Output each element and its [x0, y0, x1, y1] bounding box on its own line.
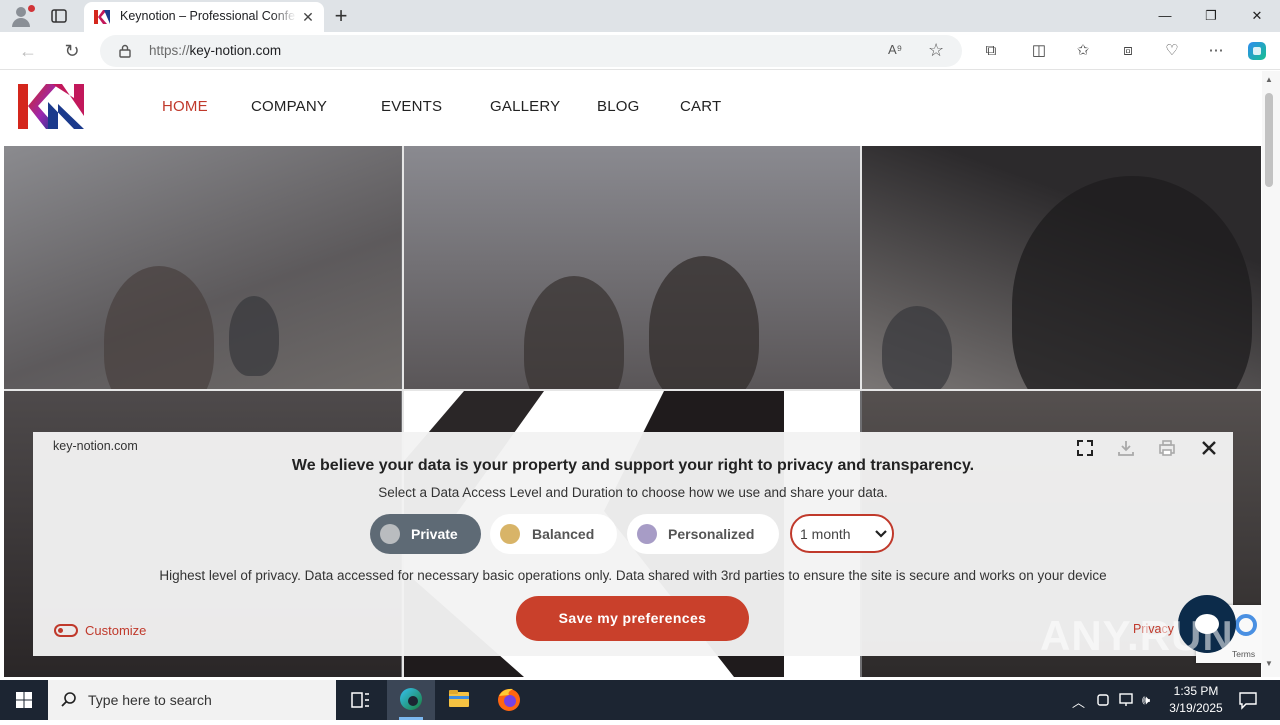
- taskbar-search-box[interactable]: Type here to search: [48, 680, 336, 720]
- tab-title: Keynotion – Professional Conferences: [120, 9, 296, 23]
- firefox-icon[interactable]: [485, 680, 533, 720]
- download-icon[interactable]: [1116, 438, 1136, 458]
- windows-taskbar: Type here to search ︿ 🕪 1:35 PM 3/19/202…: [0, 680, 1280, 720]
- print-icon[interactable]: [1157, 438, 1177, 458]
- close-window-button[interactable]: ✕: [1234, 0, 1280, 32]
- gallery-photo[interactable]: [862, 146, 1261, 389]
- lock-icon[interactable]: [118, 44, 132, 58]
- search-placeholder: Type here to search: [88, 692, 212, 708]
- recaptcha-terms[interactable]: Terms: [1232, 649, 1255, 659]
- browser-tab-bar: Keynotion – Professional Conferences ✕ +…: [0, 0, 1280, 32]
- collections-icon[interactable]: ⧈: [1117, 40, 1139, 62]
- level-personalized-label: Personalized: [668, 526, 755, 542]
- notifications-icon[interactable]: [1238, 690, 1258, 710]
- page-scrollbar[interactable]: ▲ ▼: [1262, 71, 1280, 677]
- level-balanced-button[interactable]: Balanced: [490, 514, 617, 554]
- network-icon[interactable]: [1118, 692, 1136, 708]
- address-toolbar: ← ↻ https://key-notion.com A⁹ ☆ ⧉ ◫ ✩ ⧈ …: [0, 32, 1280, 70]
- keynotion-favicon-icon: [94, 10, 110, 24]
- menu-blog[interactable]: BLOG: [597, 98, 639, 115]
- edge-taskbar-icon[interactable]: [387, 680, 435, 720]
- browser-tab-active[interactable]: Keynotion – Professional Conferences ✕: [84, 2, 324, 32]
- close-banner-icon[interactable]: [1199, 438, 1219, 458]
- level-personalized-button[interactable]: Personalized: [627, 514, 779, 554]
- tab-close-icon[interactable]: ✕: [300, 9, 316, 25]
- refresh-icon[interactable]: ↻: [61, 40, 83, 62]
- banner-site-name: key-notion.com: [53, 439, 138, 453]
- duration-select[interactable]: 1 month: [790, 514, 894, 553]
- show-hidden-icons[interactable]: ︿: [1072, 692, 1085, 711]
- restore-button[interactable]: ❐: [1188, 0, 1234, 32]
- customize-label: Customize: [85, 623, 147, 638]
- clock-time: 1:35 PM: [1173, 684, 1219, 698]
- menu-gallery[interactable]: GALLERY: [490, 98, 560, 115]
- profile-icon[interactable]: [8, 4, 35, 28]
- read-aloud-icon[interactable]: A⁹: [888, 42, 908, 60]
- save-preferences-button[interactable]: Save my preferences: [516, 596, 749, 641]
- gallery-photo[interactable]: [404, 146, 860, 389]
- file-explorer-icon[interactable]: [435, 680, 483, 720]
- search-icon: [61, 692, 76, 707]
- extensions-icon[interactable]: ⧉: [980, 40, 1002, 62]
- minimize-button[interactable]: —: [1142, 0, 1188, 32]
- scroll-up-icon[interactable]: ▲: [1265, 75, 1273, 84]
- volume-icon[interactable]: 🕪: [1142, 692, 1150, 708]
- task-view-icon[interactable]: [336, 680, 384, 720]
- clock-date: 3/19/2025: [1169, 701, 1223, 715]
- level-personalized-dot: [637, 524, 657, 544]
- level-private-button[interactable]: Private: [370, 514, 481, 554]
- gallery-photo[interactable]: [4, 146, 401, 389]
- level-private-dot: [380, 524, 400, 544]
- favorites-icon[interactable]: ✩: [1072, 40, 1094, 62]
- site-header: HOME COMPANY EVENTS GALLERY BLOG CART: [0, 71, 1262, 146]
- chevron-down-icon: [875, 530, 887, 538]
- menu-events[interactable]: EVENTS: [381, 98, 442, 115]
- menu-company[interactable]: COMPANY: [251, 98, 327, 115]
- taskbar-clock[interactable]: 1:35 PM 3/19/2025: [1160, 683, 1232, 717]
- more-menu-icon[interactable]: ⋯: [1205, 40, 1227, 62]
- new-tab-button[interactable]: +: [330, 5, 352, 27]
- copilot-icon[interactable]: [1246, 40, 1268, 62]
- keynotion-logo[interactable]: [18, 84, 84, 129]
- scrollbar-thumb[interactable]: [1265, 93, 1273, 187]
- tab-actions-icon[interactable]: [50, 7, 68, 25]
- menu-home[interactable]: HOME: [162, 98, 208, 115]
- toggle-icon: [54, 624, 78, 637]
- duration-value: 1 month: [800, 526, 851, 542]
- anyrun-watermark: ANY.RUN: [1040, 612, 1234, 659]
- browser-essentials-icon[interactable]: ♡: [1161, 40, 1183, 62]
- windows-start-icon[interactable]: [0, 680, 48, 720]
- fullscreen-icon[interactable]: [1075, 438, 1095, 458]
- url-text[interactable]: https://key-notion.com: [149, 43, 281, 58]
- level-description: Highest level of privacy. Data accessed …: [159, 568, 1107, 583]
- scroll-down-icon[interactable]: ▼: [1265, 659, 1273, 668]
- banner-title: We believe your data is your property an…: [291, 457, 975, 474]
- back-icon[interactable]: ←: [17, 40, 39, 62]
- level-balanced-label: Balanced: [532, 526, 595, 542]
- level-private-label: Private: [411, 526, 458, 542]
- url-field[interactable]: https://key-notion.com A⁹ ☆: [100, 35, 962, 67]
- split-screen-icon[interactable]: ◫: [1028, 40, 1050, 62]
- banner-subtitle: Select a Data Access Level and Duration …: [378, 485, 888, 500]
- favorite-star-icon[interactable]: ☆: [928, 40, 944, 61]
- recaptcha-icon: [1235, 614, 1257, 636]
- menu-cart[interactable]: CART: [680, 98, 721, 115]
- level-balanced-dot: [500, 524, 520, 544]
- security-icon[interactable]: [1096, 692, 1110, 708]
